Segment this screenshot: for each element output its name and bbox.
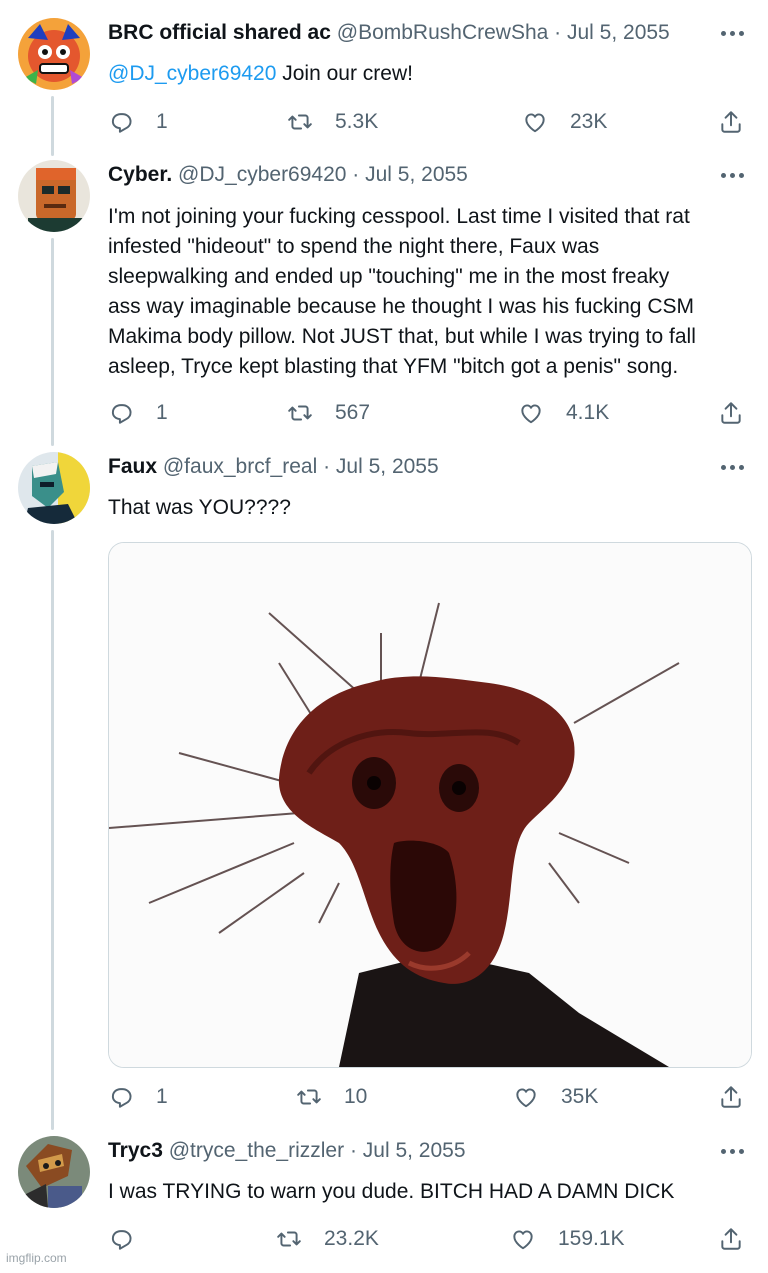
like-button[interactable]: 4.1K: [518, 398, 609, 428]
retweet-icon: [297, 1089, 321, 1105]
share-button[interactable]: [718, 1084, 744, 1110]
retweet-button[interactable]: 5.3K: [287, 107, 378, 137]
more-icon[interactable]: [714, 455, 750, 479]
tweet-text: I'm not joining your fucking cesspool. L…: [108, 202, 748, 382]
reply-button[interactable]: 1: [108, 1082, 168, 1112]
reply-button[interactable]: 1: [108, 398, 168, 428]
handle-date[interactable]: @BombRushCrewSha · Jul 5, 2055: [337, 21, 670, 44]
like-button[interactable]: 159.1K: [510, 1224, 625, 1254]
handle-date[interactable]: @DJ_cyber69420 · Jul 5, 2055: [178, 163, 468, 186]
heart-icon: [513, 1230, 533, 1250]
retweet-count: 10: [344, 1085, 368, 1108]
tweet-line: I'm not joining your fucking cesspool. L…: [108, 205, 690, 228]
share-icon: [721, 1228, 741, 1250]
like-button[interactable]: 23K: [522, 107, 607, 137]
tweet-body: I was TRYING to warn you dude. BITCH HAD…: [108, 1180, 675, 1203]
tweet-body: Join our crew!: [276, 62, 413, 85]
mention-link[interactable]: @DJ_cyber69420: [108, 62, 276, 85]
tweet-header: Cyber. @DJ_cyber69420 · Jul 5, 2055: [108, 160, 708, 190]
avatar[interactable]: [18, 1136, 90, 1208]
retweet-button[interactable]: 567: [287, 398, 370, 428]
display-name[interactable]: Cyber.: [108, 163, 172, 186]
share-button[interactable]: [718, 1226, 744, 1252]
display-name[interactable]: Tryc3: [108, 1139, 163, 1162]
thread-line: [51, 530, 54, 1130]
reply-button[interactable]: [108, 1224, 156, 1254]
more-icon[interactable]: [714, 21, 750, 45]
reply-count: 1: [156, 401, 168, 424]
like-button[interactable]: 35K: [513, 1082, 598, 1112]
tweet-line: infested "hideout" to spend the night th…: [108, 235, 600, 258]
like-count: 35K: [561, 1085, 599, 1108]
display-name[interactable]: Faux: [108, 455, 157, 478]
retweet-count: 567: [335, 401, 371, 424]
tweet-header: Tryc3 @tryce_the_rizzler · Jul 5, 2055: [108, 1136, 708, 1166]
thread-line: [51, 238, 54, 446]
reply-count: 1: [156, 110, 168, 133]
tweet-text: That was YOU????: [108, 493, 748, 523]
tweet-line: Makima body pillow. Not JUST that, but w…: [108, 325, 696, 348]
tweet-header: BRC official shared ac @BombRushCrewSha …: [108, 18, 708, 48]
tweet-text: I was TRYING to warn you dude. BITCH HAD…: [108, 1177, 748, 1207]
retweet-button[interactable]: 23.2K: [276, 1224, 379, 1254]
retweet-icon: [288, 114, 312, 130]
reply-icon: [111, 404, 132, 424]
heart-icon: [525, 113, 545, 133]
reply-button[interactable]: 1: [108, 107, 168, 137]
share-icon: [721, 111, 741, 133]
retweet-count: 23.2K: [324, 1227, 379, 1250]
handle-date[interactable]: @tryce_the_rizzler · Jul 5, 2055: [169, 1139, 466, 1162]
tweet-line: sleepwalking and ended up "touching" me …: [108, 265, 670, 288]
more-icon[interactable]: [714, 1139, 750, 1163]
retweet-button[interactable]: 10: [296, 1082, 367, 1112]
heart-icon: [521, 404, 541, 424]
retweet-icon: [288, 405, 312, 421]
retweet-count: 5.3K: [335, 110, 379, 133]
like-count: 159.1K: [558, 1227, 625, 1250]
avatar[interactable]: [18, 160, 90, 232]
avatar[interactable]: [18, 452, 90, 524]
retweet-icon: [277, 1231, 301, 1247]
reply-icon: [111, 1088, 132, 1108]
share-button[interactable]: [718, 109, 744, 135]
tweet-body: That was YOU????: [108, 496, 291, 519]
watermark: imgflip.com: [6, 1251, 67, 1265]
thread-line: [51, 96, 54, 156]
share-icon: [721, 1086, 741, 1108]
like-count: 23K: [570, 110, 608, 133]
share-button[interactable]: [718, 400, 744, 426]
more-icon[interactable]: [714, 163, 750, 187]
tweet-line: ass way imaginable because he thought I …: [108, 295, 694, 318]
tweet-header: Faux @faux_brcf_real · Jul 5, 2055: [108, 452, 708, 482]
heart-icon: [516, 1088, 536, 1108]
display-name[interactable]: BRC official shared ac: [108, 21, 331, 44]
tweet-image[interactable]: [108, 542, 752, 1068]
handle-date[interactable]: @faux_brcf_real · Jul 5, 2055: [163, 455, 439, 478]
reply-icon: [111, 1230, 132, 1250]
tweet-text: @DJ_cyber69420 Join our crew!: [108, 59, 748, 89]
share-icon: [721, 402, 741, 424]
reply-count: 1: [156, 1085, 168, 1108]
tweet-line: asleep, Tryce kept blasting that YFM "bi…: [108, 355, 679, 378]
like-count: 4.1K: [566, 401, 610, 424]
avatar[interactable]: [18, 18, 90, 90]
reply-icon: [111, 113, 132, 133]
